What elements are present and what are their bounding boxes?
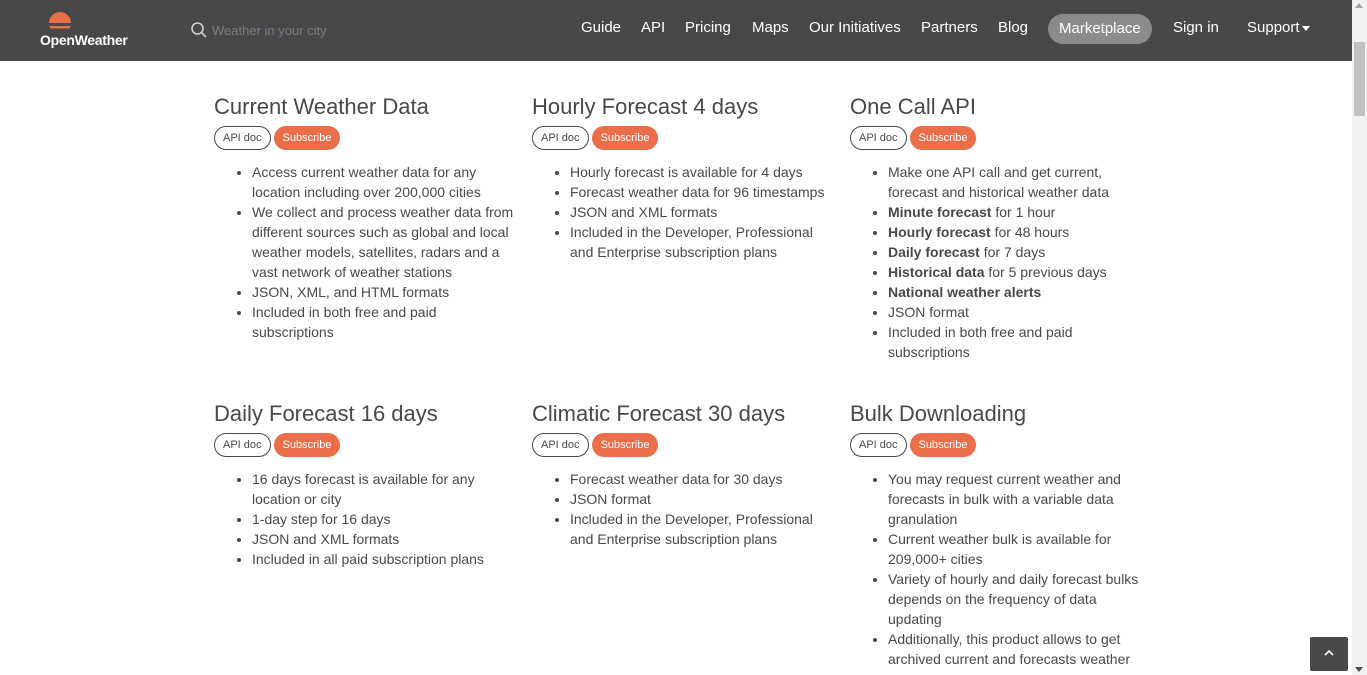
nav-marketplace[interactable]: Marketplace <box>1048 14 1152 44</box>
product-card-current-weather: Current Weather Data API docSubscribe Ac… <box>214 92 514 342</box>
product-card-one-call-api: One Call API API docSubscribe Make one A… <box>850 92 1150 362</box>
product-title: Hourly Forecast 4 days <box>532 94 759 119</box>
api-doc-button[interactable]: API doc <box>850 126 907 150</box>
feature-item: Hourly forecast is available for 4 days <box>570 162 832 182</box>
logo-text: OpenWeather <box>40 32 128 48</box>
search-icon <box>191 22 207 38</box>
subscribe-button[interactable]: Subscribe <box>591 126 659 150</box>
feature-item: JSON format <box>888 302 1150 322</box>
product-title: Climatic Forecast 30 days <box>532 401 786 426</box>
api-doc-button[interactable]: API doc <box>532 433 589 457</box>
api-doc-button[interactable]: API doc <box>850 433 907 457</box>
feature-item: Access current weather data for any loca… <box>252 162 514 202</box>
nav-support-label: Support <box>1247 19 1300 36</box>
openweather-logo[interactable]: OpenWeather <box>38 9 138 51</box>
feature-item: We collect and process weather data from… <box>252 202 514 282</box>
feature-text: for 1 hour <box>991 204 1056 220</box>
feature-list: Forecast weather data for 30 days JSON f… <box>532 469 832 549</box>
scroll-up-arrow-icon[interactable] <box>1355 3 1363 8</box>
feature-item: 1-day step for 16 days <box>252 509 514 529</box>
feature-item: Hourly forecast for 48 hours <box>888 222 1150 242</box>
feature-highlight: National weather alerts <box>888 284 1042 300</box>
page-scrollbar[interactable] <box>1352 0 1367 675</box>
feature-list: Make one API call and get current, forec… <box>850 162 1150 362</box>
scroll-down-arrow-icon[interactable] <box>1355 667 1363 672</box>
product-title: Current Weather Data <box>214 94 429 119</box>
feature-item: Included in all paid subscription plans <box>252 549 514 569</box>
nav-support[interactable]: Support <box>1247 19 1310 36</box>
subscribe-button[interactable]: Subscribe <box>591 433 659 457</box>
product-actions: API doc Subscribe <box>850 433 1150 457</box>
feature-item: Included in both free and paid subscript… <box>252 302 514 342</box>
top-navbar: OpenWeather Guide API Pricing Maps Our I… <box>0 0 1352 61</box>
feature-item: Variety of hourly and daily forecast bul… <box>888 569 1150 629</box>
feature-highlight: Minute forecast <box>888 204 992 220</box>
feature-list: 16 days forecast is available for any lo… <box>214 469 514 569</box>
product-actions: API doc Subscribe <box>850 126 1150 150</box>
feature-item: Make one API call and get current, forec… <box>888 162 1150 202</box>
nav-our-initiatives[interactable]: Our Initiatives <box>809 19 901 36</box>
feature-item: JSON and XML formats <box>252 529 514 549</box>
feature-highlight: Hourly forecast <box>888 224 991 240</box>
product-actions: API doc Subscribe <box>532 126 832 150</box>
nav-sign-in[interactable]: Sign in <box>1173 19 1219 36</box>
feature-item: Daily forecast for 7 days <box>888 242 1150 262</box>
product-title: Bulk Downloading <box>850 401 1027 426</box>
feature-list: You may request current weather and fore… <box>850 469 1150 669</box>
nav-maps[interactable]: Maps <box>752 19 789 36</box>
feature-item: Included in both free and paid subscript… <box>888 322 1150 362</box>
feature-item: National weather alerts <box>888 282 1150 302</box>
product-actions: API doc Subscribe <box>214 126 514 150</box>
feature-item: JSON format <box>570 489 832 509</box>
search-box <box>190 18 420 42</box>
nav-pricing[interactable]: Pricing <box>685 19 731 36</box>
feature-item: Included in the Developer, Professional … <box>570 222 832 262</box>
api-doc-button[interactable]: API doc <box>214 126 271 150</box>
subscribe-button[interactable]: Subscribe <box>909 433 977 457</box>
feature-item: Additionally, this product allows to get… <box>888 629 1150 669</box>
product-title: One Call API <box>850 94 976 119</box>
feature-item: Forecast weather data for 30 days <box>570 469 832 489</box>
feature-highlight: Daily forecast <box>888 244 980 260</box>
product-actions: API doc Subscribe <box>532 433 832 457</box>
feature-text: for 5 previous days <box>984 264 1107 280</box>
feature-list: Access current weather data for any loca… <box>214 162 514 342</box>
feature-item: JSON, XML, and HTML formats <box>252 282 514 302</box>
feature-item: 16 days forecast is available for any lo… <box>252 469 514 509</box>
subscribe-button[interactable]: Subscribe <box>909 126 977 150</box>
caret-down-icon <box>1301 25 1310 31</box>
feature-item: Current weather bulk is available for 20… <box>888 529 1150 569</box>
feature-item: Historical data for 5 previous days <box>888 262 1150 282</box>
product-card-climatic-forecast: Climatic Forecast 30 days API doc Subscri… <box>532 399 832 549</box>
scroll-thumb[interactable] <box>1354 42 1365 116</box>
product-title: Daily Forecast 16 days <box>214 401 438 426</box>
feature-list: Hourly forecast is available for 4 days … <box>532 162 832 262</box>
feature-item: JSON and XML formats <box>570 202 832 222</box>
feature-highlight: Historical data <box>888 264 985 280</box>
nav-api[interactable]: API <box>641 19 665 36</box>
search-input[interactable] <box>212 19 412 41</box>
feature-text: for 7 days <box>979 244 1046 260</box>
feature-item: Minute forecast for 1 hour <box>888 202 1150 222</box>
nav-blog[interactable]: Blog <box>998 19 1028 36</box>
api-doc-button[interactable]: API doc <box>532 126 589 150</box>
feature-item: Forecast weather data for 96 timestamps <box>570 182 832 202</box>
feature-item: Included in the Developer, Professional … <box>570 509 832 549</box>
subscribe-button[interactable]: Subscribe <box>273 433 341 457</box>
feature-item: You may request current weather and fore… <box>888 469 1150 529</box>
api-doc-button[interactable]: API doc <box>214 433 271 457</box>
feature-text: for 48 hours <box>990 224 1070 240</box>
product-card-bulk-downloading: Bulk Downloading API docSubscribe You ma… <box>850 399 1150 669</box>
product-actions: API doc Subscribe <box>214 433 514 457</box>
subscribe-button[interactable]: Subscribe <box>273 126 341 150</box>
product-card-hourly-forecast: Hourly Forecast 4 days API doc Subscribe … <box>532 92 832 262</box>
back-to-top-button[interactable] <box>1310 637 1348 671</box>
nav-guide[interactable]: Guide <box>581 19 621 36</box>
chevron-up-icon <box>1324 649 1334 656</box>
product-card-daily-forecast: Daily Forecast 16 days API doc Subscribe … <box>214 399 514 569</box>
nav-partners[interactable]: Partners <box>921 19 978 36</box>
